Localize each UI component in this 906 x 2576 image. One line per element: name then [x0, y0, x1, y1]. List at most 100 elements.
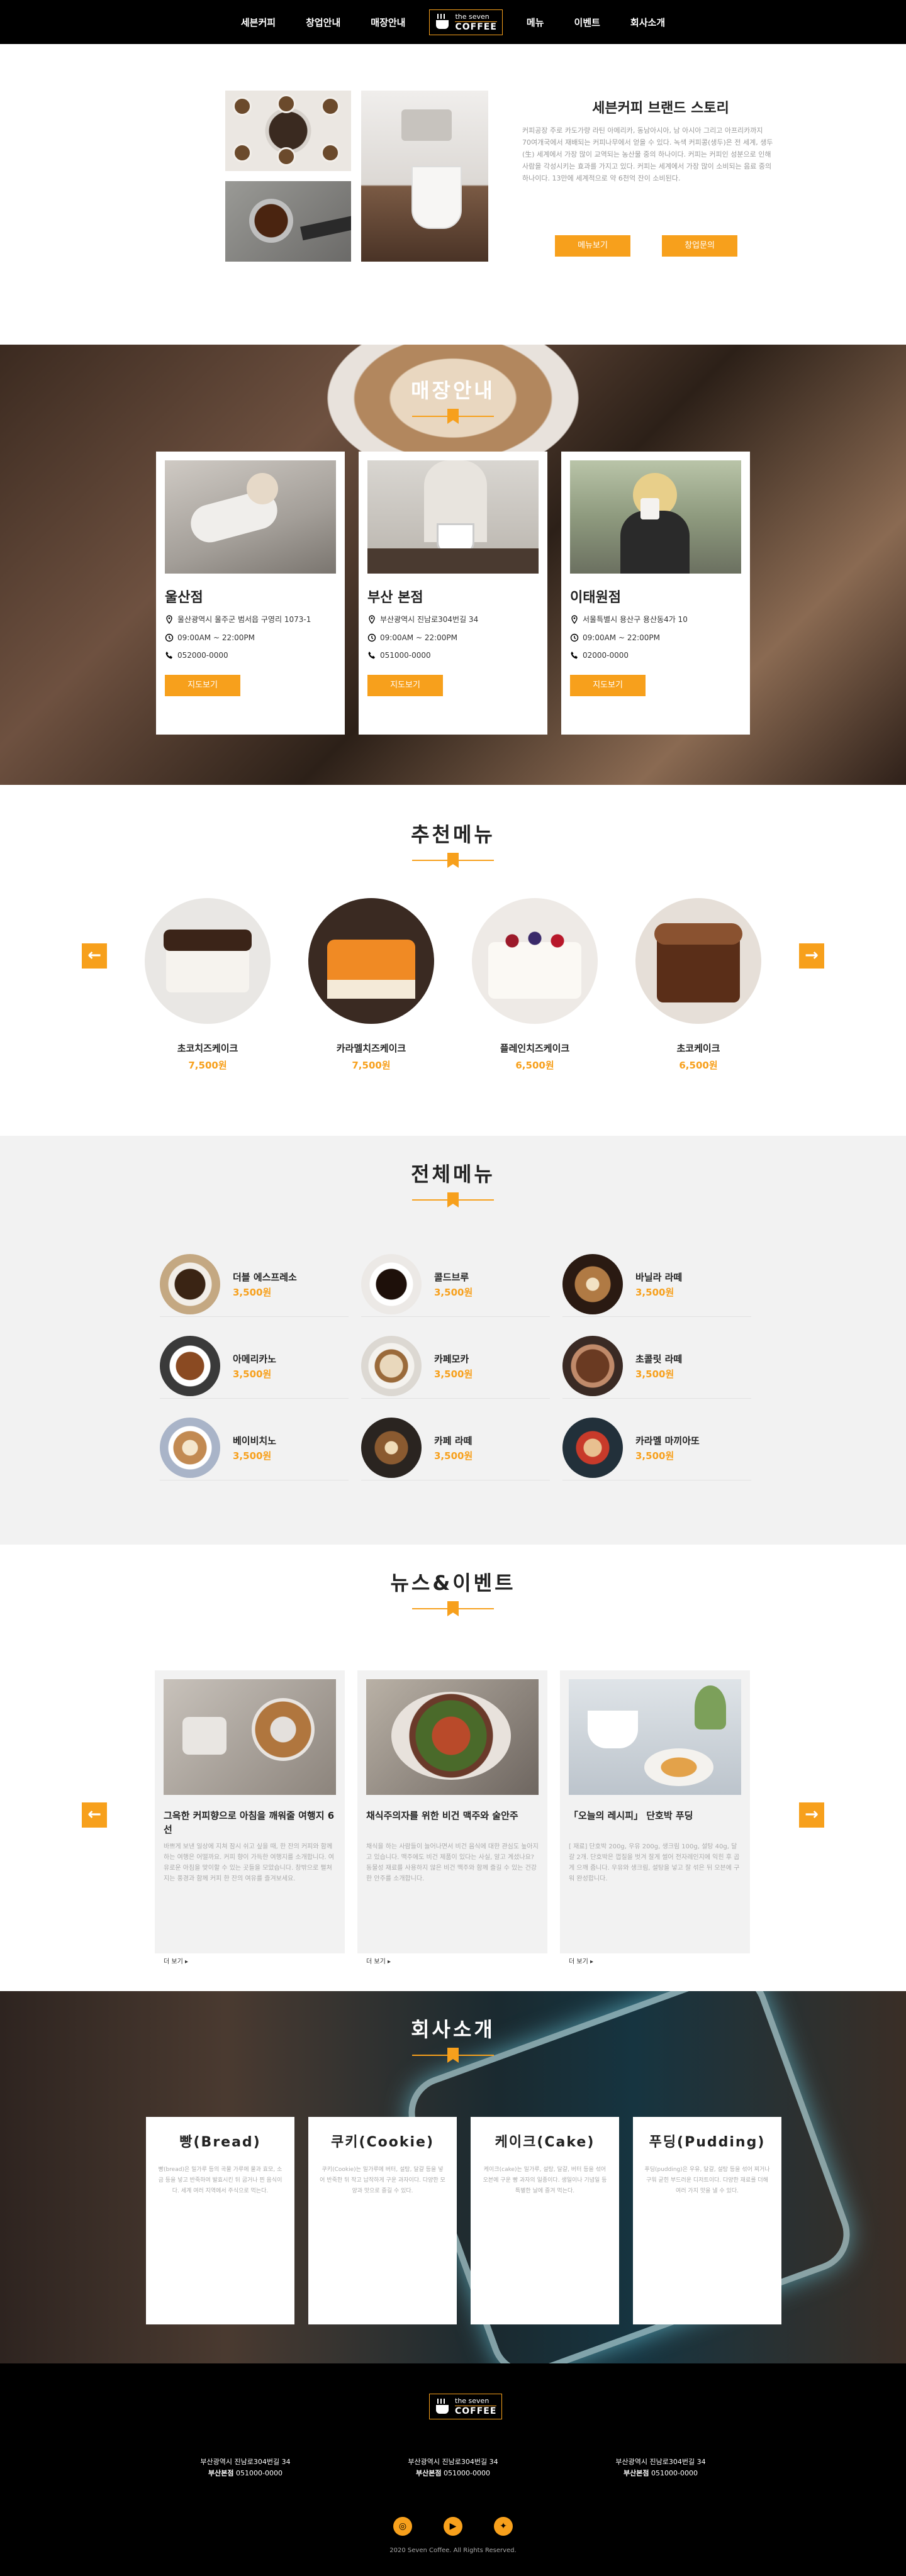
footer-address: 부산광역시 진남로304번길 34 — [200, 2458, 291, 2466]
menu-item-price: 3,500원 — [233, 1287, 272, 1298]
nav-item-stores[interactable]: 매장안내 — [371, 16, 405, 29]
nav-item-event[interactable]: 이벤트 — [574, 16, 600, 29]
location-pin-icon — [165, 614, 174, 624]
brand-logo[interactable]: the seven COFFEE — [429, 9, 503, 35]
company-card: 쿠키(Cookie) 쿠키(Cookie)는 밀가루에 버터, 설탕, 달걀 등… — [308, 2117, 457, 2324]
view-map-button[interactable]: 지도보기 — [165, 675, 240, 696]
menu-card[interactable]: 플레인치즈케이크 6,500원 — [472, 898, 598, 1072]
copyright-text: 2020 Seven Coffee. All Rights Reserved. — [389, 2547, 517, 2554]
caramel-macchiato-photo — [562, 1418, 623, 1478]
news-body: 채식을 하는 사람들이 늘어나면서 비건 음식에 대한 관심도 높아지고 있습니… — [366, 1843, 539, 1882]
footer-store-info: 부산광역시 진남로304번길 34 부산본점 051000-0000 — [378, 2457, 528, 2479]
news-card[interactable]: 채식주의자를 위한 비건 맥주와 술안주 채식을 하는 사람들이 늘어나면서 비… — [357, 1670, 547, 1965]
nav-item-menu[interactable]: 메뉴 — [527, 16, 544, 29]
menu-item[interactable]: 콜드브루 3,500원 — [361, 1254, 550, 1317]
all-menu-section: 전체메뉴 더블 에스프레소 3,500원 콜드브루 3,500원 바닐라 라떼 … — [0, 1136, 906, 1545]
menu-item[interactable]: 초콜릿 라떼 3,500원 — [562, 1336, 751, 1399]
cafe-mocha-photo — [361, 1336, 422, 1396]
menu-item[interactable]: 더블 에스프레소 3,500원 — [160, 1254, 349, 1317]
plain-cheesecake-photo — [472, 898, 598, 1024]
store-photo — [165, 460, 336, 574]
double-espresso-photo — [160, 1254, 220, 1314]
bookmark-divider-icon — [412, 409, 494, 424]
story-body: 커피공장 주로 카도가량 라틴 아메리카, 동남아시아, 남 아시아 그리고 아… — [522, 126, 773, 182]
footer-logo[interactable]: the seven COFFEE — [429, 2394, 503, 2419]
carousel-next-arrow-icon[interactable]: → — [799, 1802, 824, 1828]
logo-text-bottom: COFFEE — [455, 2406, 497, 2416]
footer-label: 부산본점 — [416, 2469, 442, 2477]
store-address-text: 울산광역시 울주군 범서읍 구영리 1073-1 — [177, 615, 311, 624]
phone-icon — [165, 651, 174, 660]
menu-name: 카라멜치즈케이크 — [336, 1043, 406, 1054]
company-card: 빵(Bread) 빵(bread)은 밀가루 등의 곡물 가루에 물과 효모, … — [146, 2117, 294, 2324]
footer-store-info: 부산광역시 진남로304번길 34 부산본점 051000-0000 — [170, 2457, 321, 2479]
americano-photo — [160, 1336, 220, 1396]
store-phone: 052000-0000 — [165, 651, 336, 660]
chocolate-latte-photo — [562, 1336, 623, 1396]
twitter-icon[interactable]: ✦ — [494, 2517, 513, 2536]
footer-label: 부산본점 — [624, 2469, 649, 2477]
carousel-next-arrow-icon[interactable]: → — [799, 943, 824, 969]
menu-card[interactable]: 초코치즈케이크 7,500원 — [145, 898, 271, 1072]
babyccino-photo — [160, 1418, 220, 1478]
read-more-link[interactable]: 더 보기 ▸ — [366, 1956, 539, 1965]
franchise-inquiry-button[interactable]: 창업문의 — [662, 235, 737, 257]
menu-item[interactable]: 카라멜 마끼아또 3,500원 — [562, 1418, 751, 1480]
store-name: 이태원점 — [570, 590, 621, 606]
vanilla-latte-photo — [562, 1254, 623, 1314]
menu-item-name: 카페모카 — [434, 1353, 469, 1365]
store-phone-text: 051000-0000 — [380, 651, 431, 660]
menu-item-price: 3,500원 — [635, 1368, 674, 1380]
youtube-icon[interactable]: ▶ — [444, 2517, 462, 2536]
nav-item-company[interactable]: 회사소개 — [630, 16, 665, 29]
menu-card[interactable]: 초코케이크 6,500원 — [635, 898, 761, 1072]
company-card-title: 케이크(Cake) — [495, 2135, 595, 2150]
top-nav: 세븐커피 창업안내 매장안내 the seven COFFEE 메뉴 이벤트 회… — [0, 0, 906, 44]
clock-icon — [570, 633, 579, 642]
brand-story-section: 세븐커피 브랜드 스토리 커피공장 주로 카도가량 라틴 아메리카, 동남아시아… — [0, 44, 906, 345]
location-pin-icon — [570, 614, 579, 624]
instagram-icon[interactable]: ◎ — [393, 2517, 412, 2536]
phone-icon — [367, 651, 376, 660]
news-card[interactable]: 「오늘의 레시피」 단호박 푸딩 [ 재료] 단호박 200g, 우유 200g… — [560, 1670, 750, 1965]
menu-item[interactable]: 카페모카 3,500원 — [361, 1336, 550, 1399]
menu-card[interactable]: 카라멜치즈케이크 7,500원 — [308, 898, 434, 1072]
vegan-dish-photo — [366, 1679, 539, 1795]
store-photo — [570, 460, 741, 574]
carousel-prev-arrow-icon[interactable]: ← — [82, 943, 107, 969]
phone-icon — [570, 651, 579, 660]
menu-item[interactable]: 베이비치노 3,500원 — [160, 1418, 349, 1480]
clock-icon — [367, 633, 376, 642]
store-card: 이태원점 서울특별시 용산구 용산동4가 10 09:00AM ~ 22:00P… — [561, 452, 750, 735]
store-address-text: 서울특별시 용산구 용산동4가 10 — [583, 615, 688, 624]
company-card-body: 빵(bread)은 밀가루 등의 곡물 가루에 물과 효모, 소금 등을 넣고 … — [158, 2167, 282, 2194]
news-card[interactable]: 그윽한 커피향으로 아침을 깨워줄 여행지 6선 바쁘게 보낸 일상에 지쳐 잠… — [155, 1670, 345, 1965]
view-map-button[interactable]: 지도보기 — [367, 675, 443, 696]
menu-price: 7,500원 — [188, 1060, 227, 1071]
menu-item-price: 3,500원 — [635, 1287, 674, 1298]
read-more-link[interactable]: 더 보기 ▸ — [569, 1956, 741, 1965]
menu-item-name: 아메리카노 — [233, 1353, 277, 1365]
menu-item[interactable]: 카페 라떼 3,500원 — [361, 1418, 550, 1480]
read-more-link[interactable]: 더 보기 ▸ — [164, 1956, 336, 1965]
store-hours-text: 09:00AM ~ 22:00PM — [380, 633, 457, 642]
footer-phone: 051000-0000 — [651, 2469, 698, 2477]
store-hours: 09:00AM ~ 22:00PM — [570, 633, 741, 642]
menu-item-name: 카라멜 마끼아또 — [635, 1435, 700, 1446]
nav-item-seven-coffee[interactable]: 세븐커피 — [241, 16, 276, 29]
coffee-cups-photo — [225, 91, 351, 171]
view-map-button[interactable]: 지도보기 — [570, 675, 646, 696]
nav-item-franchise[interactable]: 창업안내 — [306, 16, 340, 29]
menu-item[interactable]: 바닐라 라떼 3,500원 — [562, 1254, 751, 1317]
carousel-prev-arrow-icon[interactable]: ← — [82, 1802, 107, 1828]
menu-price: 6,500원 — [679, 1060, 718, 1071]
view-menu-button[interactable]: 메뉴보기 — [555, 235, 630, 257]
menu-name: 초코치즈케이크 — [177, 1043, 238, 1054]
recommend-heading-text: 추천메뉴 — [411, 823, 495, 847]
menu-price: 6,500원 — [515, 1060, 554, 1071]
company-section: 회사소개 빵(Bread) 빵(bread)은 밀가루 등의 곡물 가루에 물과… — [0, 1991, 906, 2363]
menu-item[interactable]: 아메리카노 3,500원 — [160, 1336, 349, 1399]
store-address: 부산광역시 진남로304번길 34 — [367, 614, 539, 625]
store-hours-text: 09:00AM ~ 22:00PM — [583, 633, 660, 642]
footer-address: 부산광역시 진남로304번길 34 — [615, 2458, 706, 2466]
